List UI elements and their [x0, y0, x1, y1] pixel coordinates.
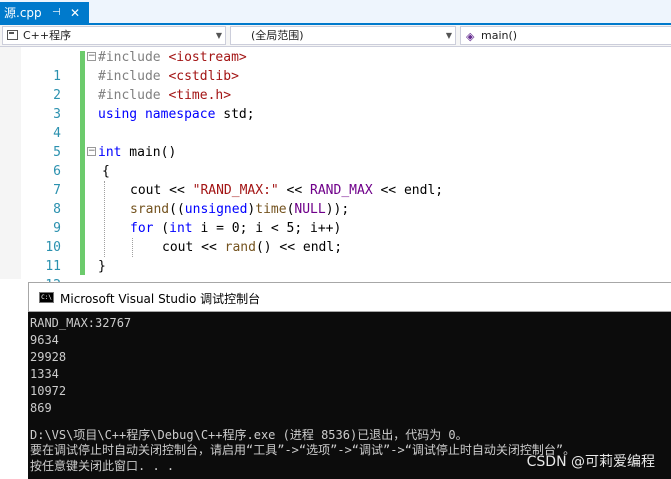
console-line: 要在调试停止时自动关闭控制台，请启用“工具”->“选项”->“调试”->“调试停… — [30, 443, 576, 457]
code-token: main() — [121, 145, 177, 160]
keyword-token: unsigned — [184, 202, 248, 217]
console-line: RAND_MAX:32767 — [30, 316, 132, 330]
collapse-icon[interactable]: − — [87, 52, 96, 61]
scope-dropdown[interactable]: (全局范围) ▼ — [230, 26, 456, 45]
include-file-token: <iostream> — [168, 50, 247, 65]
member-label: main() — [481, 29, 518, 42]
collapse-icon[interactable]: − — [87, 147, 96, 156]
keyword-token: namespace — [144, 107, 216, 122]
include-file-token: <time.h> — [168, 88, 232, 103]
function-token: time — [255, 202, 287, 217]
scope-label: (全局范围) — [251, 29, 304, 42]
code-token: << — [278, 183, 311, 198]
project-label: C++程序 — [23, 29, 72, 42]
code-line[interactable]: 3 #include <time.h> — [0, 86, 671, 122]
code-line[interactable]: 12 } — [0, 257, 671, 293]
method-icon: ◈ — [466, 30, 475, 43]
code-token: i = 0; i < 5; i++) — [192, 221, 342, 236]
code-text: } — [98, 259, 106, 274]
code-text: for (int i = 0; i < 5; i++) — [130, 219, 341, 238]
code-token: (( — [169, 202, 185, 217]
function-token: rand — [224, 240, 256, 255]
chevron-down-icon: ▼ — [445, 31, 452, 40]
console-line: 29928 — [30, 350, 67, 364]
project-icon — [7, 30, 18, 40]
code-line[interactable]: 8 cout << "RAND_MAX:" << RAND_MAX << end… — [0, 181, 671, 217]
code-text: int main() — [98, 143, 176, 162]
console-icon: C:\ — [39, 292, 54, 303]
keyword-token: using — [98, 107, 138, 122]
keyword-token: for — [130, 221, 154, 236]
code-text: #include <cstdlib> — [98, 67, 239, 86]
macro-token: RAND_MAX — [310, 183, 373, 198]
keyword-token: int — [169, 221, 193, 236]
code-token: () << endl; — [255, 240, 343, 255]
code-line[interactable]: 9 srand((unsigned)time(NULL)); — [0, 200, 671, 236]
code-token: cout << — [130, 183, 193, 198]
code-text: cout << "RAND_MAX:" << RAND_MAX << endl; — [130, 181, 443, 200]
code-token: std; — [215, 107, 255, 122]
debug-console-window[interactable]: C:\ Microsoft Visual Studio 调试控制台 RAND_M… — [28, 282, 671, 479]
console-titlebar[interactable]: C:\ Microsoft Visual Studio 调试控制台 — [28, 282, 671, 312]
console-line: 869 — [30, 401, 52, 415]
code-token: cout << — [162, 240, 225, 255]
member-dropdown[interactable]: ◈ main() — [460, 26, 671, 45]
console-title: Microsoft Visual Studio 调试控制台 — [60, 292, 261, 306]
include-file-token: <cstdlib> — [168, 69, 239, 84]
console-line: 1334 — [30, 367, 59, 381]
code-text: using namespace std; — [98, 105, 255, 124]
code-line[interactable]: 6 − int main() — [0, 143, 671, 179]
pin-icon[interactable]: ⊣ — [52, 2, 61, 24]
watermark: CSDN @可莉爱编程 — [526, 454, 655, 470]
code-token: << endl; — [372, 183, 444, 198]
macro-token: NULL — [294, 202, 326, 217]
code-line[interactable]: 1 − #include <iostream> — [0, 48, 671, 84]
indent-guide — [104, 181, 105, 257]
string-token: "RAND_MAX:" — [192, 183, 279, 198]
function-token: srand — [130, 202, 170, 217]
code-line[interactable]: 5 — [0, 124, 671, 160]
code-text: #include <time.h> — [98, 86, 231, 105]
chevron-down-icon: ▼ — [215, 31, 222, 40]
preprocessor-token: #include — [98, 69, 169, 84]
preprocessor-token: #include — [98, 50, 169, 65]
console-line: 9634 — [30, 333, 59, 347]
console-line: 10972 — [30, 384, 67, 398]
tab-source-cpp[interactable]: 源.cpp ⊣ ✕ — [0, 2, 89, 25]
indent-guide — [132, 238, 133, 257]
tab-title: 源.cpp — [4, 6, 42, 20]
code-token: )); — [325, 202, 350, 217]
close-icon[interactable]: ✕ — [70, 2, 80, 24]
preprocessor-token: #include — [98, 88, 169, 103]
code-line[interactable]: 10 for (int i = 0; i < 5; i++) — [0, 219, 671, 255]
code-text: #include <iostream> — [98, 48, 247, 67]
code-token: ( — [153, 221, 170, 236]
code-line[interactable]: 2 #include <cstdlib> — [0, 67, 671, 103]
code-line[interactable]: 11 cout << rand() << endl; — [0, 238, 671, 274]
console-line: 按任意键关闭此窗口. . . — [30, 459, 175, 473]
code-text: { — [102, 164, 110, 179]
code-line[interactable]: 7 { — [0, 162, 671, 198]
code-line[interactable]: 4 using namespace std; — [0, 105, 671, 141]
document-tab-strip: 源.cpp ⊣ ✕ — [0, 0, 671, 25]
keyword-token: int — [98, 145, 122, 160]
navigation-bar: C++程序 ▼ (全局范围) ▼ ◈ main() — [0, 25, 671, 47]
code-text: cout << rand() << endl; — [162, 238, 342, 257]
project-dropdown[interactable]: C++程序 ▼ — [2, 26, 226, 45]
code-text: srand((unsigned)time(NULL)); — [130, 200, 349, 219]
code-editor[interactable]: 1 − #include <iostream> 2 #include <cstd… — [0, 47, 671, 293]
